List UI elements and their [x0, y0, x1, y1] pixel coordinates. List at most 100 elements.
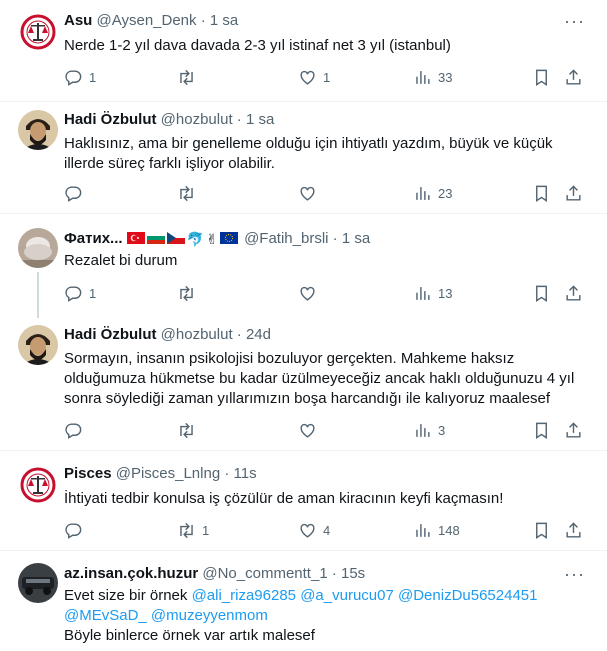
like-button[interactable]: [298, 284, 323, 303]
tweet[interactable]: Фатих... 🐬 ✌ @Fatih_brsli · 1 sa Rezalet …: [0, 214, 607, 318]
more-options-icon[interactable]: ···: [564, 12, 585, 30]
dolphin-emoji-icon: 🐬: [186, 231, 205, 248]
thread-line: [37, 272, 39, 318]
bookmark-button[interactable]: [532, 521, 551, 540]
bookmark-button[interactable]: [532, 68, 551, 87]
retweet-button[interactable]: [177, 68, 202, 87]
bookmark-icon: [532, 284, 551, 303]
more-options-icon[interactable]: ···: [564, 565, 585, 583]
share-icon: [564, 521, 583, 540]
share-icon: [564, 68, 583, 87]
views-button[interactable]: 23: [413, 184, 452, 203]
retweet-icon: [177, 421, 196, 440]
reply-button[interactable]: 1: [64, 284, 96, 303]
heart-icon: [298, 421, 317, 440]
like-button[interactable]: [298, 184, 323, 203]
author-name[interactable]: az.insan.çok.huzur: [64, 565, 198, 582]
tweet[interactable]: Hadi Özbulut @hozbulut · 1 sa Haklısınız…: [0, 102, 607, 214]
views-count: 23: [438, 186, 453, 201]
author-handle[interactable]: @Aysen_Denk: [97, 12, 197, 29]
like-count: 4: [323, 523, 331, 538]
views-count: 148: [438, 523, 460, 538]
author-name[interactable]: Asu: [64, 12, 92, 29]
tweet-text: İhtiyati tedbir konulsa iş çözülür de am…: [64, 490, 504, 507]
tweet[interactable]: Asu @Aysen_Denk · 1 sa ··· Nerde 1-2 yıl…: [0, 0, 607, 102]
action-bar: 3: [64, 421, 584, 441]
retweet-icon: [177, 184, 196, 203]
bookmark-button[interactable]: [532, 421, 551, 440]
author-name[interactable]: Pisces: [64, 465, 112, 482]
reply-icon: [64, 421, 83, 440]
share-button[interactable]: [564, 421, 583, 440]
retweet-button[interactable]: [177, 284, 202, 303]
timestamp[interactable]: 1 sa: [246, 111, 274, 128]
views-count: 3: [438, 423, 446, 438]
tweet-header: Hadi Özbulut @hozbulut · 24d: [64, 326, 271, 343]
retweet-button[interactable]: [177, 421, 202, 440]
reply-button[interactable]: 1: [64, 68, 96, 87]
tweet-header: Hadi Özbulut @hozbulut · 1 sa: [64, 111, 275, 128]
action-bar: 1 4 148: [64, 521, 584, 541]
mention-link[interactable]: @a_vurucu07: [300, 587, 394, 604]
share-icon: [564, 184, 583, 203]
share-button[interactable]: [564, 521, 583, 540]
reply-button[interactable]: [64, 421, 89, 440]
heart-icon: [298, 284, 317, 303]
like-button[interactable]: 1: [298, 68, 330, 87]
heart-icon: [298, 184, 317, 203]
mention-link[interactable]: @ali_riza96285: [192, 587, 296, 604]
author-handle[interactable]: @hozbulut: [161, 326, 233, 343]
like-button[interactable]: 4: [298, 521, 330, 540]
tweet[interactable]: Pisces @Pisces_Lnlng · 11s İhtiyati tedb…: [0, 451, 607, 551]
reply-count: 1: [89, 70, 97, 85]
bookmark-button[interactable]: [532, 284, 551, 303]
victory-hand-emoji-icon: ✌: [206, 231, 218, 248]
mention-link[interactable]: @muzeyyenmom: [151, 607, 268, 624]
bookmark-button[interactable]: [532, 184, 551, 203]
author-handle[interactable]: @No_commentt_1: [202, 565, 327, 582]
like-button[interactable]: [298, 421, 323, 440]
retweet-icon: [177, 521, 196, 540]
timestamp[interactable]: 24d: [246, 326, 271, 343]
czech-flag-icon: [166, 232, 185, 245]
avatar[interactable]: [18, 465, 58, 505]
avatar[interactable]: [18, 110, 58, 150]
avatar[interactable]: [18, 563, 58, 603]
author-name[interactable]: Фатих...: [64, 230, 123, 247]
share-button[interactable]: [564, 68, 583, 87]
action-bar: 23: [64, 184, 584, 204]
reply-button[interactable]: [64, 521, 89, 540]
reply-button[interactable]: [64, 184, 89, 203]
author-name[interactable]: Hadi Özbulut: [64, 326, 157, 343]
avatar[interactable]: [18, 228, 58, 268]
bookmark-icon: [532, 184, 551, 203]
bookmark-icon: [532, 421, 551, 440]
author-handle[interactable]: @hozbulut: [161, 111, 233, 128]
avatar[interactable]: [18, 325, 58, 365]
tweet[interactable]: Hadi Özbulut @hozbulut · 24d Sormayın, i…: [0, 315, 607, 451]
views-button[interactable]: 33: [413, 68, 452, 87]
share-button[interactable]: [564, 284, 583, 303]
timestamp[interactable]: 11s: [234, 465, 257, 482]
views-button[interactable]: 13: [413, 284, 452, 303]
author-handle[interactable]: @Pisces_Lnlng: [116, 465, 220, 482]
views-button[interactable]: 148: [413, 521, 460, 540]
author-handle[interactable]: @Fatih_brsli: [244, 230, 328, 247]
reply-icon: [64, 68, 83, 87]
tweet[interactable]: az.insan.çok.huzur @No_commentt_1 · 15s …: [0, 551, 607, 651]
retweet-icon: [177, 284, 196, 303]
timestamp[interactable]: 1 sa: [210, 12, 238, 29]
share-button[interactable]: [564, 184, 583, 203]
retweet-button[interactable]: [177, 184, 202, 203]
timestamp[interactable]: 1 sa: [342, 230, 370, 247]
reply-icon: [64, 184, 83, 203]
turkey-flag-icon: [126, 232, 145, 245]
avatar[interactable]: [18, 12, 58, 52]
mention-link[interactable]: @DenizDu56524451: [398, 587, 538, 604]
timestamp[interactable]: 15s: [341, 565, 365, 582]
views-button[interactable]: 3: [413, 421, 445, 440]
mention-link[interactable]: @MEvSaD_: [64, 607, 147, 624]
retweet-button[interactable]: 1: [177, 521, 209, 540]
author-name[interactable]: Hadi Özbulut: [64, 111, 157, 128]
bookmark-icon: [532, 68, 551, 87]
